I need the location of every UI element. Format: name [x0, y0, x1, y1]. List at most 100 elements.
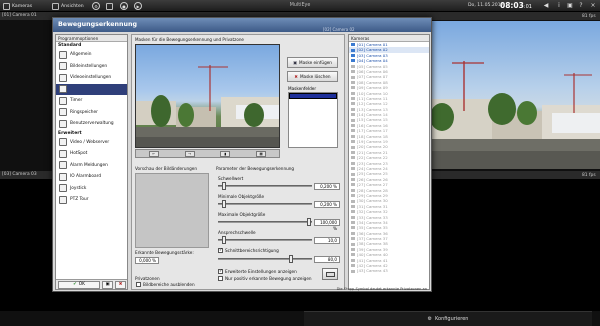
threshold-slider[interactable]	[218, 182, 312, 190]
slider-thumb[interactable]	[222, 182, 227, 190]
camera-title: [03] Camera 03	[2, 172, 37, 177]
camera-icon	[351, 113, 355, 117]
changes-preview	[135, 173, 209, 248]
nav-item-label: Timer	[70, 98, 83, 104]
nav-item-joystick[interactable]: Joystick	[56, 183, 127, 195]
extended-settings-label: Erweiterte Einstellungen anzeigen	[225, 269, 297, 274]
camera-icon	[351, 156, 355, 160]
only-detected-checkbox[interactable]	[218, 276, 223, 281]
globe-icon	[59, 138, 67, 147]
nav-item-webserver[interactable]: Video / Webserver	[56, 137, 127, 149]
camera-icon	[351, 59, 355, 63]
mask-list-item[interactable]	[289, 93, 337, 99]
slider-thumb[interactable]	[222, 200, 227, 208]
gear-icon: ⚙	[92, 2, 100, 10]
info-icon[interactable]: i	[555, 2, 563, 10]
speed-correction-checkbox[interactable]: ✓	[218, 248, 223, 253]
options-header: Programmoptionen	[56, 35, 127, 42]
grid-icon[interactable]: ▦	[256, 150, 267, 157]
slider-thumb[interactable]	[289, 255, 294, 263]
dialog-title: Bewegungserkennung	[53, 18, 431, 32]
lock-icon[interactable]: ▣	[566, 2, 574, 10]
nav-item-motion-detection[interactable]	[56, 83, 127, 95]
speed-correction-slider[interactable]	[218, 255, 312, 263]
nav-item-alarm-messages[interactable]: Alarm Meldungen	[56, 160, 127, 172]
max-object-size-label: Maximale Objektgröße	[218, 212, 266, 217]
camera-fps: 81 fps	[582, 173, 596, 178]
views-icon	[52, 2, 59, 10]
clock-seconds: 01	[525, 4, 532, 10]
nav-item-ptz-tour[interactable]: PTZ Tour	[56, 194, 127, 206]
camera-scene	[432, 61, 600, 169]
mask-list[interactable]	[288, 92, 338, 148]
nav-item-general[interactable]: Allgemein	[56, 49, 127, 61]
volume-icon[interactable]: ◀	[542, 2, 550, 10]
max-object-size-value[interactable]: 100,000 %	[314, 219, 340, 231]
slider-thumb[interactable]	[307, 218, 311, 226]
delete-mask-button[interactable]: ✖ Maske löschen	[287, 71, 338, 82]
settings-button[interactable]: ⚙	[92, 2, 100, 10]
nav-item-ring-storage[interactable]: Ringspeicher	[56, 107, 127, 119]
camera-icon	[351, 204, 355, 208]
nav-item-label: Ringspeicher	[70, 109, 98, 115]
cameras-menu-button[interactable]: Kameras	[3, 2, 32, 10]
camera-icon	[351, 140, 355, 144]
nav-item-io-alarmboard[interactable]: IO Alarmboard	[56, 171, 127, 183]
camera-fps: 81 fps	[582, 14, 596, 19]
nav-item-image-settings[interactable]: Bildeinstellungen	[56, 61, 127, 73]
camera-icon	[351, 53, 355, 57]
slider-thumb[interactable]	[222, 236, 227, 244]
general-icon	[59, 50, 67, 59]
monitor-button[interactable]	[106, 2, 113, 10]
nav-item-video-settings[interactable]: Videoeinstellungen	[56, 72, 127, 84]
views-menu-label: Ansichten	[61, 3, 84, 9]
mask-group-title: Masken für die Bewegungserkennung und Pr…	[135, 37, 244, 42]
views-menu-button[interactable]: Ansichten	[52, 2, 84, 10]
fill-icon[interactable]: ▮	[220, 150, 231, 157]
camera-list-header: Kameras	[349, 35, 429, 42]
nav-item-hotspot[interactable]: HotSpot	[56, 148, 127, 160]
camera-icon	[351, 167, 355, 171]
app-window: Kameras Ansichten ⚙ ● ▶ MultiEye Do, 11.…	[0, 0, 600, 326]
camera-icon	[351, 161, 355, 165]
camera-icon	[351, 129, 355, 133]
min-object-size-value[interactable]: 0,200 %	[314, 201, 340, 208]
move-left-icon[interactable]: ←	[148, 150, 159, 157]
keyboard-icon	[325, 271, 335, 277]
camera-icon	[351, 172, 355, 176]
min-object-size-slider[interactable]	[218, 200, 312, 208]
camera-icon	[351, 64, 355, 68]
insert-mask-button[interactable]: ▣ Maske einfügen	[287, 57, 338, 68]
mask-preview[interactable]	[135, 44, 280, 148]
play-button[interactable]: ▶	[134, 2, 142, 10]
camera-icon	[351, 91, 355, 95]
insert-mask-label: Maske einfügen	[299, 60, 332, 65]
record-button[interactable]: ●	[120, 2, 128, 10]
nav-item-label: Allgemein	[70, 52, 92, 58]
reset-parameters-button[interactable]	[322, 268, 338, 280]
motion-settings-panel: Masken für die Bewegungserkennung und Pr…	[131, 34, 345, 290]
alarm-icon	[59, 161, 67, 170]
camera-icon	[351, 70, 355, 74]
clock-display: 08:03:01	[500, 1, 532, 10]
only-detected-label: Nur positiv erkannte Bewegung anzeigen	[225, 276, 312, 281]
nav-item-user-management[interactable]: Benutzerverwaltung	[56, 118, 127, 130]
max-object-size-slider[interactable]	[218, 218, 312, 226]
response-threshold-value[interactable]: 10,0	[314, 237, 340, 244]
help-icon[interactable]: ?	[577, 2, 585, 10]
speed-correction-value[interactable]: 80,0	[314, 256, 340, 263]
extended-settings-checkbox[interactable]: ✓	[218, 269, 223, 274]
record-icon: ●	[120, 2, 128, 10]
motion-icon	[59, 85, 67, 94]
nav-item-label: IO Alarmboard	[70, 174, 102, 180]
threshold-value[interactable]: 0,200 %	[314, 183, 340, 190]
response-threshold-slider[interactable]	[218, 236, 312, 244]
move-right-icon[interactable]: →	[184, 150, 195, 157]
camera-view-top-right[interactable]	[432, 21, 600, 169]
camera-icon	[351, 124, 355, 128]
configure-button[interactable]: ⚙ Konfigurieren	[304, 311, 592, 326]
nav-item-timer[interactable]: Timer	[56, 95, 127, 107]
camera-list-item[interactable]: [43] Camera 43	[349, 268, 429, 273]
nav-item-label: Benutzerverwaltung	[70, 121, 114, 127]
close-icon[interactable]: ×	[589, 2, 597, 10]
